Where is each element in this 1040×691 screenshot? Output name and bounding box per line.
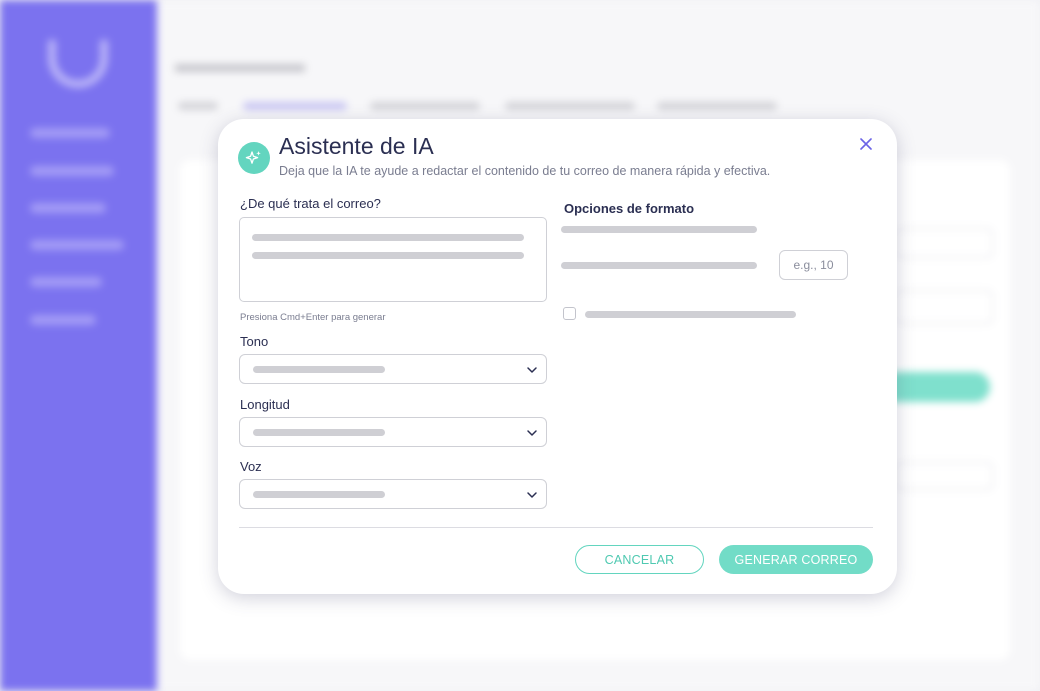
chevron-down-icon [527,367,537,373]
tab [370,102,480,110]
tab [505,102,635,110]
footer-divider [239,527,873,528]
sidebar [0,0,157,691]
sparkle-icon [238,142,270,174]
checkbox-label-line [585,311,796,318]
topic-textarea[interactable] [239,217,547,302]
select-placeholder [253,491,385,498]
sidebar-item [30,203,106,213]
field [895,228,993,258]
placeholder-line [252,252,524,259]
cancel-button[interactable]: CANCELAR [575,545,704,574]
field [895,462,993,490]
field [895,290,993,324]
select-placeholder [253,429,385,436]
length-label: Longitud [240,397,290,412]
tone-label: Tono [240,334,269,349]
modal-title: Asistente de IA [279,133,434,159]
ai-assistant-modal: Asistente de IA Deja que la IA te ayude … [218,119,897,594]
placeholder-line [252,234,524,241]
chevron-down-icon [527,492,537,498]
modal-subtitle: Deja que la IA te ayude a redactar el co… [279,164,771,178]
voice-select[interactable] [239,479,547,509]
tab [243,102,347,110]
close-icon [860,138,872,150]
voice-label: Voz [240,459,262,474]
sidebar-item [30,166,114,176]
format-checkbox[interactable] [563,307,576,320]
length-select[interactable] [239,417,547,447]
select-placeholder [253,366,385,373]
generate-hint: Presiona Cmd+Enter para generar [240,312,386,323]
logo [48,40,108,88]
close-button[interactable] [857,135,875,153]
tab [657,102,777,110]
format-option-line [561,262,757,269]
number-input[interactable] [779,250,848,280]
sidebar-item [30,128,110,138]
format-option-line [561,226,757,233]
page-title: ▬▬▬▬▬ [175,48,305,78]
sidebar-item [30,277,102,287]
chevron-down-icon [527,430,537,436]
sidebar-item [30,315,96,325]
format-options-title: Opciones de formato [564,201,695,216]
generate-email-button[interactable]: GENERAR CORREO [719,545,873,574]
topic-label: ¿De qué trata el correo? [240,196,381,211]
tone-select[interactable] [239,354,547,384]
tab [178,102,218,110]
sidebar-item [30,240,124,250]
